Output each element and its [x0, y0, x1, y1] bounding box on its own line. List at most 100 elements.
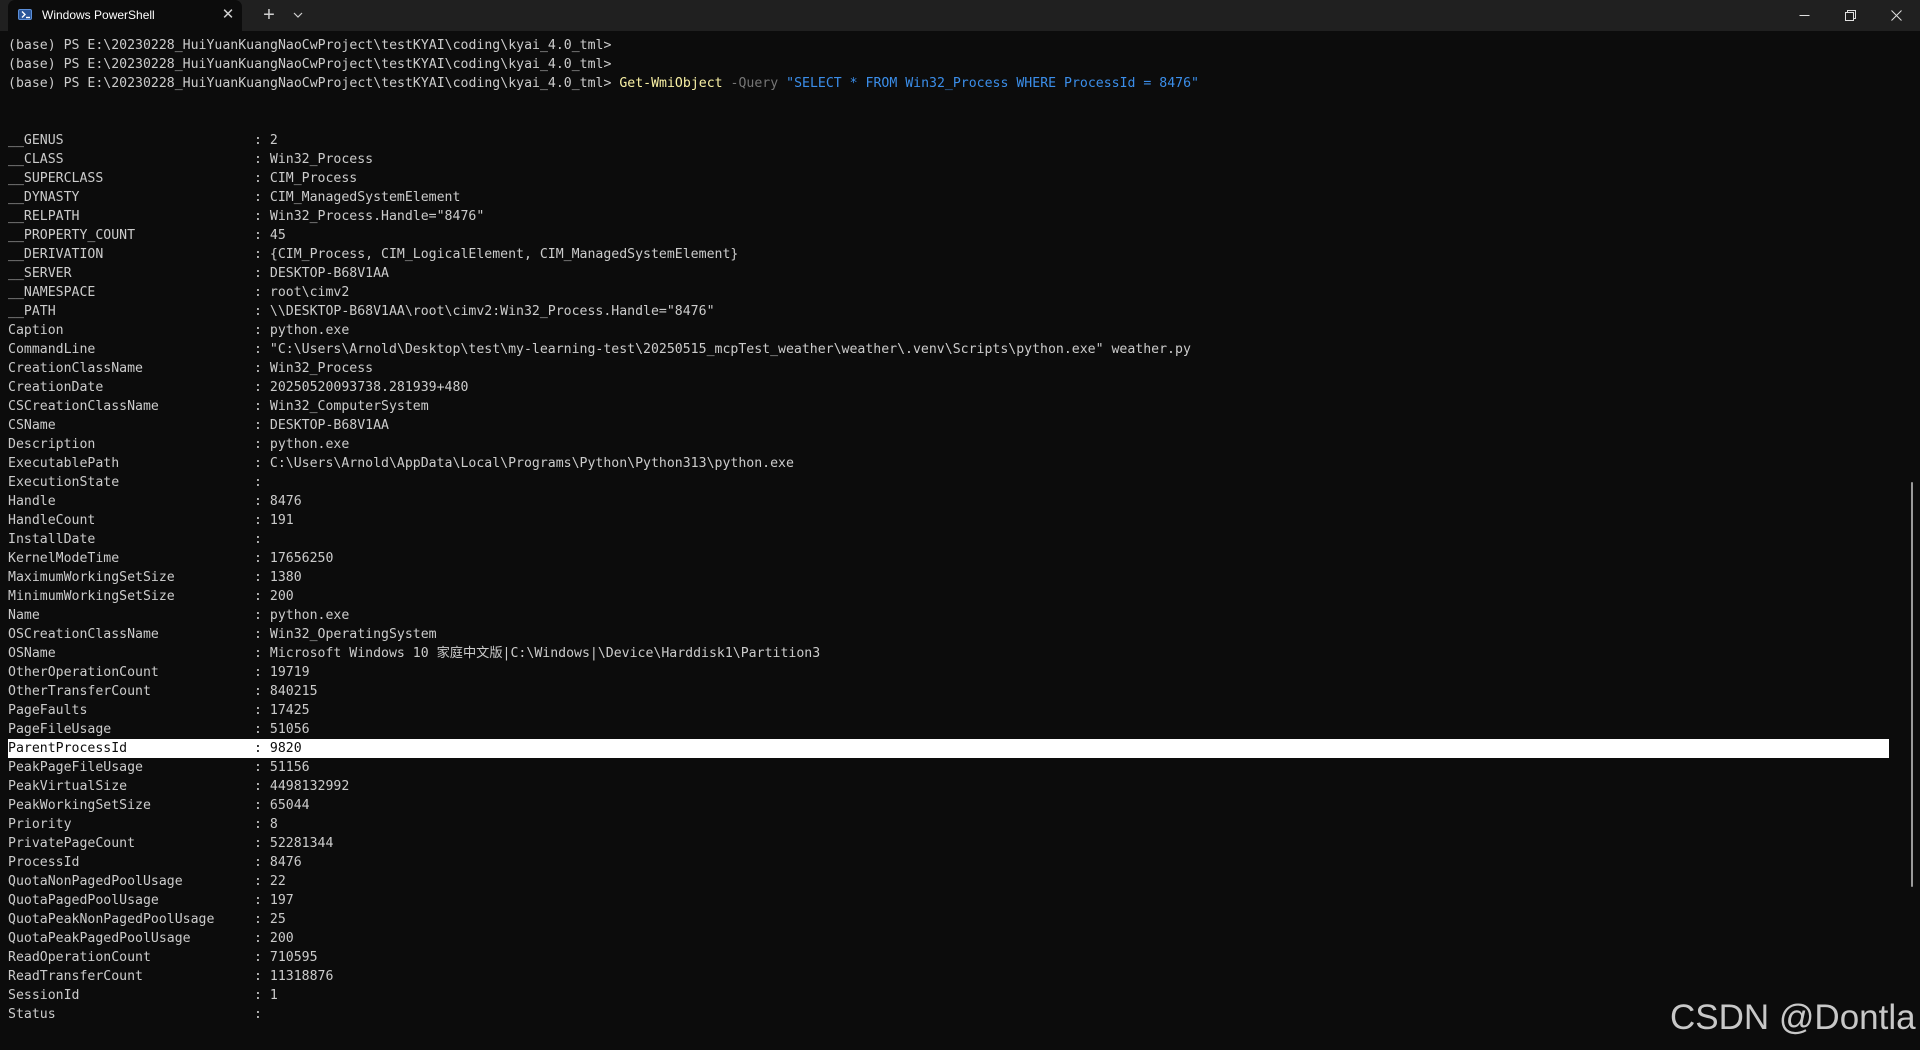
property-value: 200: [269, 589, 294, 604]
property-value: Win32_Process.Handle="8476": [269, 209, 485, 224]
property-row: OSName: Microsoft Windows 10 家庭中文版|C:\Wi…: [8, 644, 1908, 663]
property-name: ParentProcessId: [8, 741, 128, 756]
property-value: 200: [269, 931, 294, 946]
property-value: C:\Users\Arnold\AppData\Local\Programs\P…: [269, 456, 794, 471]
property-value: python.exe: [269, 437, 350, 452]
property-row: Handle: 8476: [8, 492, 1908, 511]
new-tab-button[interactable]: +: [255, 4, 283, 28]
restore-button[interactable]: [1827, 0, 1873, 31]
property-value: Win32_Process: [269, 361, 374, 376]
chevron-down-icon[interactable]: [288, 5, 308, 27]
property-value: Win32_OperatingSystem: [269, 627, 437, 642]
property-value: 22: [269, 874, 286, 889]
property-value: 51156: [269, 760, 310, 775]
property-name: PageFaults: [8, 703, 88, 718]
property-row: OSCreationClassName: Win32_OperatingSyst…: [8, 625, 1908, 644]
minimize-button[interactable]: [1781, 0, 1827, 31]
property-name: CSName: [8, 418, 56, 433]
property-name: QuotaPagedPoolUsage: [8, 893, 159, 908]
property-name: QuotaNonPagedPoolUsage: [8, 874, 183, 889]
property-name: PrivatePageCount: [8, 836, 136, 851]
property-separator: :: [254, 228, 270, 243]
scrollbar-thumb[interactable]: [1911, 482, 1913, 887]
property-name: __GENUS: [8, 133, 64, 148]
powershell-window: Windows PowerShell ✕ + (base) PS E:\2023…: [0, 0, 1920, 1050]
property-name: MinimumWorkingSetSize: [8, 589, 175, 604]
terminal-output[interactable]: (base) PS E:\20230228_HuiYuanKuangNaoCwP…: [8, 36, 1908, 1036]
property-name: QuotaPeakNonPagedPoolUsage: [8, 912, 215, 927]
title-bar: Windows PowerShell ✕ +: [0, 0, 1920, 31]
property-value: 1380: [269, 570, 302, 585]
property-row: __RELPATH: Win32_Process.Handle="8476": [8, 207, 1908, 226]
property-name: Priority: [8, 817, 72, 832]
property-separator: :: [254, 931, 270, 946]
property-separator: :: [254, 589, 270, 604]
property-separator: :: [254, 418, 270, 433]
property-separator: :: [254, 475, 270, 490]
property-row: Name: python.exe: [8, 606, 1908, 625]
property-row: SessionId: 1: [8, 986, 1908, 1005]
property-row: PageFileUsage: 51056: [8, 720, 1908, 739]
property-name: InstallDate: [8, 532, 96, 547]
property-separator: :: [254, 855, 270, 870]
property-row: PrivatePageCount: 52281344: [8, 834, 1908, 853]
restore-icon: [1845, 10, 1856, 21]
property-name: ReadOperationCount: [8, 950, 151, 965]
property-separator: :: [254, 266, 270, 281]
property-name: OSCreationClassName: [8, 627, 159, 642]
property-row: ParentProcessId: 9820: [8, 739, 1889, 758]
property-separator: :: [254, 247, 270, 262]
property-separator: :: [254, 988, 270, 1003]
property-list: __GENUS: 2 __CLASS: Win32_Process __SUPERC…: [8, 131, 1908, 1024]
property-value: 191: [269, 513, 294, 528]
property-name: ProcessId: [8, 855, 80, 870]
property-separator: :: [254, 779, 270, 794]
property-separator: :: [254, 152, 270, 167]
property-name: Caption: [8, 323, 64, 338]
command-line: (base) PS E:\20230228_HuiYuanKuangNaoCwP…: [8, 74, 1908, 93]
property-separator: :: [254, 342, 270, 357]
property-separator: :: [254, 323, 270, 338]
property-name: PeakPageFileUsage: [8, 760, 143, 775]
property-row: CreationClassName: Win32_Process: [8, 359, 1908, 378]
tab-windows-powershell[interactable]: Windows PowerShell ✕: [8, 0, 242, 31]
property-value: 65044: [269, 798, 310, 813]
property-value: Win32_Process: [269, 152, 374, 167]
property-value: 11318876: [269, 969, 334, 984]
property-row: Caption: python.exe: [8, 321, 1908, 340]
close-button[interactable]: [1873, 0, 1919, 31]
property-separator: :: [254, 665, 270, 680]
property-name: ExecutionState: [8, 475, 120, 490]
property-value: {CIM_Process, CIM_LogicalElement, CIM_Ma…: [269, 247, 739, 262]
property-value: DESKTOP-B68V1AA: [269, 266, 389, 281]
property-value: 17656250: [269, 551, 334, 566]
property-separator: :: [254, 361, 270, 376]
property-value: Microsoft Windows 10 家庭中文版|C:\Windows|\D…: [269, 646, 821, 661]
property-row: PeakPageFileUsage: 51156: [8, 758, 1908, 777]
tab-close-icon[interactable]: ✕: [219, 6, 237, 24]
property-row: ExecutionState:: [8, 473, 1908, 492]
property-value: 45: [269, 228, 286, 243]
property-row: OtherTransferCount: 840215: [8, 682, 1908, 701]
property-value: \\DESKTOP-B68V1AA\root\cimv2:Win32_Proce…: [269, 304, 715, 319]
property-separator: :: [254, 190, 270, 205]
property-row: CSCreationClassName: Win32_ComputerSyste…: [8, 397, 1908, 416]
property-separator: :: [254, 608, 270, 623]
property-value: 25: [269, 912, 286, 927]
property-value: 1: [269, 988, 278, 1003]
property-row: MinimumWorkingSetSize: 200: [8, 587, 1908, 606]
property-separator: :: [254, 836, 270, 851]
property-separator: :: [254, 570, 270, 585]
property-row: ReadOperationCount: 710595: [8, 948, 1908, 967]
property-value: DESKTOP-B68V1AA: [269, 418, 389, 433]
property-row: __PATH: \\DESKTOP-B68V1AA\root\cimv2:Win…: [8, 302, 1908, 321]
property-value: 2: [269, 133, 278, 148]
property-row: __DERIVATION: {CIM_Process, CIM_LogicalE…: [8, 245, 1908, 264]
watermark-text: CSDN @Dontla: [1670, 998, 1916, 1037]
property-separator: :: [254, 304, 270, 319]
property-name: PageFileUsage: [8, 722, 112, 737]
property-row: PeakWorkingSetSize: 65044: [8, 796, 1908, 815]
property-value: 8: [269, 817, 278, 832]
property-name: __RELPATH: [8, 209, 80, 224]
property-value: 51056: [269, 722, 310, 737]
